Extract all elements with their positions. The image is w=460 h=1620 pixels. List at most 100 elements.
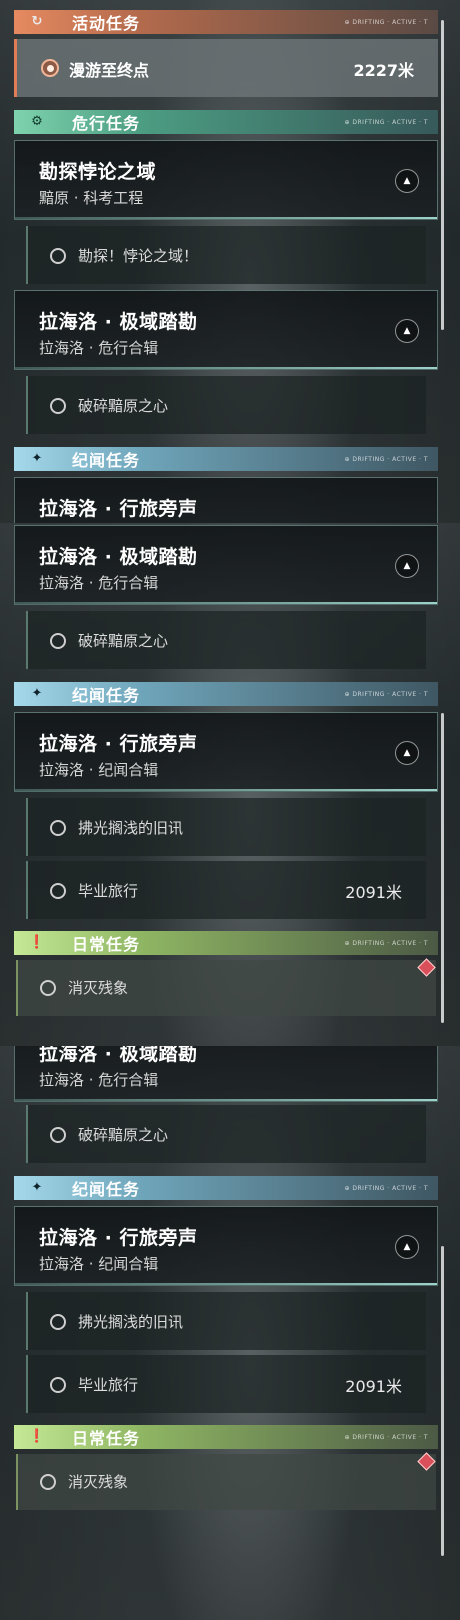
section-header-legend[interactable]: ✦ 纪闻任务 ⊕ DRIFTING · ACTIVE · T <box>14 682 438 706</box>
task-distance: 2091米 <box>345 1377 402 1396</box>
task-label: 消灭残象 <box>68 1473 129 1491</box>
quest-title: 拉海洛 · 行旅旁声 <box>39 733 198 755</box>
quest-card-extreme[interactable]: 拉海洛 · 极域踏勘 拉海洛 · 危行合辑 ▲ <box>14 290 438 370</box>
task-label: 破碎黯原之心 <box>78 632 169 650</box>
card-divider <box>15 602 437 604</box>
quest-subtitle: 拉海洛 · 危行合辑 <box>39 574 159 592</box>
radio-icon[interactable] <box>50 1377 66 1393</box>
scrollbar-thumb[interactable] <box>441 1246 444 1556</box>
section-title: 纪闻任务 <box>72 1180 141 1199</box>
task-row[interactable]: 破碎黯原之心 <box>26 1105 426 1163</box>
radio-icon[interactable] <box>50 820 66 836</box>
section-title: 日常任务 <box>72 1429 141 1448</box>
quest-card-travel[interactable]: 拉海洛 · 行旅旁声 拉海洛 · 纪闻合辑 ▲ <box>14 1206 438 1286</box>
task-row[interactable]: 拂光搁浅的旧讯 <box>26 798 426 856</box>
quest-card-extreme-partial[interactable]: 拉海洛 · 极域踏勘 拉海洛 · 危行合辑 <box>14 1046 438 1102</box>
task-row[interactable]: 毕业旅行 2091米 <box>26 1355 426 1413</box>
quest-title: 拉海洛 · 极域踏勘 <box>39 311 198 333</box>
task-row[interactable]: 破碎黯原之心 <box>26 376 426 434</box>
section-header-legend[interactable]: ✦ 纪闻任务 ⊕ DRIFTING · ACTIVE · T <box>14 447 438 471</box>
section-header-active[interactable]: ↻ 活动任务 ⊕ DRIFTING · ACTIVE · T <box>14 10 438 34</box>
collapse-arrow-icon[interactable]: ▲ <box>395 1235 419 1259</box>
header-deco-text: ⊕ DRIFTING · ACTIVE · T <box>344 455 428 463</box>
card-divider <box>15 789 437 791</box>
sparkle-quest-icon: ✦ <box>31 686 43 701</box>
section-header-daily[interactable]: ❗ 日常任务 ⊕ DRIFTING · ACTIVE · T <box>14 931 438 955</box>
quest-subtitle: 拉海洛 · 纪闻合辑 <box>39 1255 159 1273</box>
header-deco-text: ⊕ DRIFTING · ACTIVE · T <box>344 18 428 26</box>
exclamation-quest-icon: ❗ <box>28 935 46 950</box>
quest-card-paradox[interactable]: 勘探悖论之域 黯原 · 科考工程 ▲ <box>14 140 438 220</box>
task-label: 破碎黯原之心 <box>78 397 169 415</box>
section-title: 纪闻任务 <box>72 686 141 705</box>
task-label: 勘探！悖论之域！ <box>78 247 199 265</box>
quest-subtitle: 拉海洛 · 危行合辑 <box>39 1071 159 1089</box>
sparkle-quest-icon: ✦ <box>31 451 43 466</box>
quest-subtitle: 拉海洛 · 纪闻合辑 <box>39 761 159 779</box>
quest-panel-2: 拉海洛 · 极域踏勘 拉海洛 · 危行合辑 ▲ 破碎黯原之心 ✦ 纪闻任务 ⊕ … <box>0 523 460 1046</box>
task-row[interactable]: 毕业旅行 2091米 <box>26 861 426 919</box>
section-header-daily[interactable]: ❗ 日常任务 ⊕ DRIFTING · ACTIVE · T <box>14 1425 438 1449</box>
radio-icon[interactable] <box>50 1314 66 1330</box>
quest-card-travel[interactable]: 拉海洛 · 行旅旁声 拉海洛 · 纪闻合辑 ▲ <box>14 712 438 792</box>
card-divider <box>15 1283 437 1285</box>
task-distance: 2227米 <box>353 61 414 80</box>
scrollbar-thumb[interactable] <box>441 713 444 1023</box>
radio-icon[interactable] <box>50 398 66 414</box>
collapse-arrow-icon[interactable]: ▲ <box>395 169 419 193</box>
section-title: 活动任务 <box>72 14 141 33</box>
exclamation-quest-icon: ❗ <box>28 1429 46 1444</box>
daily-task-row[interactable]: 消灭残象 <box>16 960 436 1016</box>
task-label: 漫游至终点 <box>69 61 150 80</box>
task-label: 毕业旅行 <box>78 1376 139 1394</box>
quest-panel-1: ↻ 活动任务 ⊕ DRIFTING · ACTIVE · T 漫游至终点 222… <box>0 0 460 523</box>
task-row[interactable]: 破碎黯原之心 <box>26 611 426 669</box>
quest-title: 拉海洛 · 极域踏勘 <box>39 546 198 568</box>
header-deco-text: ⊕ DRIFTING · ACTIVE · T <box>344 1433 428 1441</box>
quest-title: 拉海洛 · 行旅旁声 <box>39 1227 198 1249</box>
task-row[interactable]: 拂光搁浅的旧讯 <box>26 1292 426 1350</box>
sparkle-quest-icon: ✦ <box>31 1180 43 1195</box>
section-header-legend[interactable]: ✦ 纪闻任务 ⊕ DRIFTING · ACTIVE · T <box>14 1176 438 1200</box>
header-deco-text: ⊕ DRIFTING · ACTIVE · T <box>344 1184 428 1192</box>
quest-card-travel-partial[interactable]: 拉海洛 · 行旅旁声 <box>14 477 438 523</box>
refresh-quest-icon: ↻ <box>31 14 43 29</box>
collapse-arrow-icon[interactable]: ▲ <box>395 319 419 343</box>
section-title: 危行任务 <box>72 114 141 133</box>
task-label: 破碎黯原之心 <box>78 1126 169 1144</box>
quest-card-extreme[interactable]: 拉海洛 · 极域踏勘 拉海洛 · 危行合辑 ▲ <box>14 525 438 605</box>
quest-title: 拉海洛 · 行旅旁声 <box>39 498 198 520</box>
collapse-arrow-icon[interactable]: ▲ <box>395 741 419 765</box>
radio-icon[interactable] <box>40 980 56 996</box>
quest-subtitle: 黯原 · 科考工程 <box>39 189 144 207</box>
radio-icon[interactable] <box>50 1127 66 1143</box>
quest-title: 拉海洛 · 极域踏勘 <box>39 1046 198 1065</box>
card-divider <box>15 1099 437 1101</box>
header-deco-text: ⊕ DRIFTING · ACTIVE · T <box>344 939 428 947</box>
task-label: 拂光搁浅的旧讯 <box>78 1313 184 1331</box>
radio-icon[interactable] <box>50 248 66 264</box>
section-header-danger[interactable]: ⚙ 危行任务 ⊕ DRIFTING · ACTIVE · T <box>14 110 438 134</box>
collapse-arrow-icon[interactable]: ▲ <box>395 554 419 578</box>
task-label: 拂光搁浅的旧讯 <box>78 819 184 837</box>
task-row[interactable]: 勘探！悖论之域！ <box>26 226 426 284</box>
card-divider <box>15 217 437 219</box>
tracked-radio-icon[interactable] <box>41 59 59 77</box>
task-label: 毕业旅行 <box>78 882 139 900</box>
header-deco-text: ⊕ DRIFTING · ACTIVE · T <box>344 118 428 126</box>
task-label: 消灭残象 <box>68 979 129 997</box>
gear-quest-icon: ⚙ <box>31 114 43 129</box>
radio-icon[interactable] <box>50 883 66 899</box>
card-divider <box>15 367 437 369</box>
radio-icon[interactable] <box>40 1474 56 1490</box>
quest-title: 勘探悖论之域 <box>39 161 157 183</box>
quest-panel-3: 拉海洛 · 极域踏勘 拉海洛 · 危行合辑 破碎黯原之心 ✦ 纪闻任务 ⊕ DR… <box>0 1046 460 1620</box>
active-task-row[interactable]: 漫游至终点 2227米 <box>14 39 438 97</box>
quest-subtitle: 拉海洛 · 危行合辑 <box>39 339 159 357</box>
section-title: 纪闻任务 <box>72 451 141 470</box>
daily-task-row[interactable]: 消灭残象 <box>16 1454 436 1510</box>
radio-icon[interactable] <box>50 633 66 649</box>
scrollbar-thumb[interactable] <box>441 20 444 330</box>
task-distance: 2091米 <box>345 883 402 902</box>
section-title: 日常任务 <box>72 935 141 954</box>
